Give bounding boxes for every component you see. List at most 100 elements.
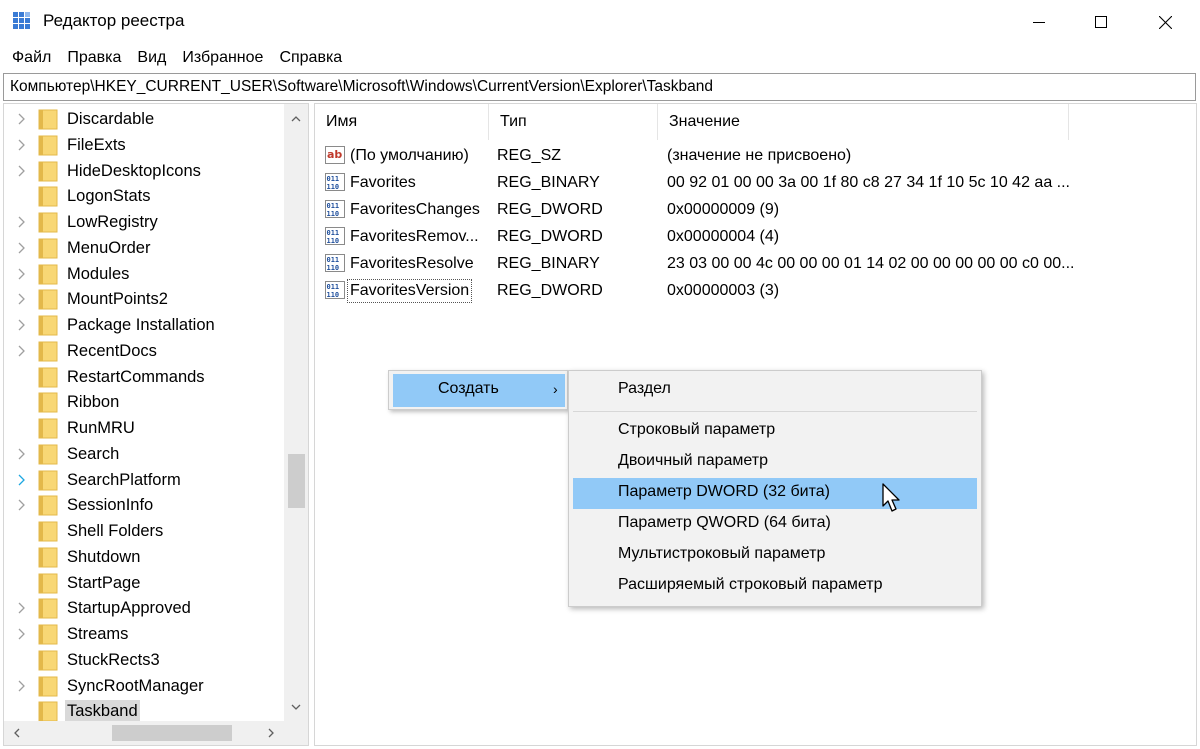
expand-chevron-icon[interactable]: [16, 448, 26, 460]
submenu-item-dword-value[interactable]: Параметр DWORD (32 бита): [573, 478, 977, 509]
tree-item[interactable]: Package Installation: [4, 312, 284, 338]
column-header-value[interactable]: Значение: [658, 104, 1069, 140]
menu-help[interactable]: Справка: [271, 44, 350, 72]
value-data: 23 03 00 00 4c 00 00 00 01 14 02 00 00 0…: [667, 255, 1075, 272]
folder-icon: [38, 701, 58, 722]
submenu-item-binary-value[interactable]: Двоичный параметр: [573, 447, 977, 478]
tree-item[interactable]: MenuOrder: [4, 235, 284, 261]
folder-icon: [38, 109, 58, 130]
folder-icon: [38, 418, 58, 439]
expand-chevron-icon[interactable]: [16, 628, 26, 640]
tree-item-label: RestartCommands: [67, 367, 205, 386]
tree-item[interactable]: RunMRU: [4, 415, 284, 441]
expand-chevron-icon[interactable]: [16, 499, 26, 511]
maximize-button[interactable]: [1078, 0, 1124, 44]
value-row[interactable]: 011 110 FavoritesRemov... REG_DWORD 0x000000…: [315, 224, 1195, 251]
binary-value-icon: 011110: [325, 254, 345, 272]
submenu-item-multistring-value[interactable]: Мультистроковый параметр: [573, 540, 977, 571]
expand-chevron-icon[interactable]: [16, 345, 26, 357]
tree-item[interactable]: RestartCommands: [4, 364, 284, 390]
folder-icon: [38, 289, 58, 310]
scroll-up-arrow-icon[interactable]: [291, 114, 301, 124]
context-menu-create[interactable]: Создать ›: [393, 374, 565, 407]
expand-chevron-icon[interactable]: [16, 113, 26, 125]
tree-item[interactable]: LogonStats: [4, 183, 284, 209]
tree-item[interactable]: Search: [4, 441, 284, 467]
address-bar[interactable]: Компьютер\HKEY_CURRENT_USER\Software\Mic…: [3, 73, 1196, 101]
minimize-icon: [1033, 22, 1045, 23]
submenu-item-label: Строковый параметр: [618, 421, 776, 438]
tree-vertical-scrollbar[interactable]: [284, 104, 308, 722]
expand-chevron-icon[interactable]: [16, 165, 26, 177]
close-button[interactable]: [1142, 0, 1188, 44]
submenu-item-qword-value[interactable]: Параметр QWORD (64 бита): [573, 509, 977, 540]
value-row[interactable]: 011 110 FavoritesResolve REG_BINARY 23 03 00…: [315, 251, 1195, 278]
expand-chevron-icon[interactable]: [16, 474, 26, 486]
expand-chevron-icon[interactable]: [16, 293, 26, 305]
tree-hscroll-thumb[interactable]: [112, 725, 232, 741]
value-type: REG_DWORD: [497, 228, 603, 245]
tree-item[interactable]: SearchPlatform: [4, 467, 284, 493]
tree-item[interactable]: SyncRootManager: [4, 673, 284, 699]
tree-item[interactable]: Discardable: [4, 106, 284, 132]
tree-item[interactable]: Shutdown: [4, 544, 284, 570]
menu-bar: Файл Правка Вид Избранное Справка: [0, 44, 1200, 72]
menu-file[interactable]: Файл: [4, 44, 59, 72]
tree-item[interactable]: RecentDocs: [4, 338, 284, 364]
tree-item[interactable]: StartPage: [4, 570, 284, 596]
expand-chevron-icon[interactable]: [16, 319, 26, 331]
expand-chevron-icon[interactable]: [16, 242, 26, 254]
column-header-name[interactable]: Имя: [315, 104, 489, 140]
title-bar: Редактор реестра: [0, 0, 1200, 44]
tree-item[interactable]: StuckRects3: [4, 647, 284, 673]
tree-item[interactable]: Modules: [4, 261, 284, 287]
folder-icon: [38, 470, 58, 490]
expand-chevron-icon[interactable]: [16, 216, 26, 228]
scroll-right-arrow-icon[interactable]: [266, 728, 276, 738]
scroll-down-arrow-icon[interactable]: [291, 702, 301, 712]
key-tree[interactable]: Discardable FileExts HideDesktopIcons Logon…: [3, 103, 309, 746]
submenu-item-string-value[interactable]: Строковый параметр: [573, 416, 977, 447]
tree-item[interactable]: Shell Folders: [4, 518, 284, 544]
tree-item-label: HideDesktopIcons: [67, 161, 201, 180]
value-data: 0x00000004 (4): [667, 228, 780, 245]
value-row[interactable]: 011 110 FavoritesChanges REG_DWORD 0x0000000…: [315, 197, 1195, 224]
binary-value-icon: 011110: [325, 200, 345, 218]
tree-item[interactable]: FileExts: [4, 132, 284, 158]
value-row[interactable]: 011 110 FavoritesVersion REG_DWORD 0x0000000…: [315, 278, 1195, 305]
menu-favorites[interactable]: Избранное: [174, 44, 271, 72]
expand-chevron-icon[interactable]: [16, 602, 26, 614]
expand-chevron-icon[interactable]: [16, 139, 26, 151]
folder-icon: [38, 264, 58, 284]
tree-item-label: StartPage: [67, 573, 141, 592]
tree-item[interactable]: Streams: [4, 621, 284, 647]
tree-item-label: Search: [67, 444, 120, 463]
value-type: REG_BINARY: [497, 174, 600, 191]
tree-item[interactable]: StartupApproved: [4, 595, 284, 621]
tree-item[interactable]: SessionInfo: [4, 492, 284, 518]
tree-item[interactable]: Ribbon: [4, 389, 284, 415]
tree-horizontal-scrollbar[interactable]: [4, 721, 308, 745]
tree-item-label: SessionInfo: [67, 496, 154, 515]
value-type: REG_DWORD: [497, 282, 603, 299]
tree-item-label: Ribbon: [67, 393, 120, 412]
value-name: FavoritesRemov...: [350, 228, 479, 245]
column-header-type[interactable]: Тип: [489, 104, 658, 140]
tree-scroll-thumb[interactable]: [288, 454, 305, 508]
tree-item[interactable]: LowRegistry: [4, 209, 284, 235]
context-menu: Создать ›: [388, 370, 568, 410]
menu-view[interactable]: Вид: [129, 44, 174, 72]
tree-item[interactable]: MountPoints2: [4, 286, 284, 312]
folder-icon: [38, 341, 58, 362]
value-row[interactable]: ab (По умолчанию) REG_SZ (значение не присв…: [315, 143, 1195, 170]
tree-item[interactable]: HideDesktopIcons: [4, 158, 284, 184]
value-row[interactable]: 011 110 Favorites REG_BINARY 00 92 01 00 00 …: [315, 170, 1195, 197]
expand-chevron-icon[interactable]: [16, 268, 26, 280]
menu-edit[interactable]: Правка: [59, 44, 129, 72]
scroll-left-arrow-icon[interactable]: [12, 728, 22, 738]
submenu-item-key[interactable]: Раздел: [573, 375, 977, 406]
expand-chevron-icon[interactable]: [16, 680, 26, 692]
minimize-button[interactable]: [1016, 0, 1062, 44]
submenu-item-expandable-string-value[interactable]: Расширяемый строковый параметр: [573, 571, 977, 602]
binary-value-icon: 011110: [325, 227, 345, 245]
